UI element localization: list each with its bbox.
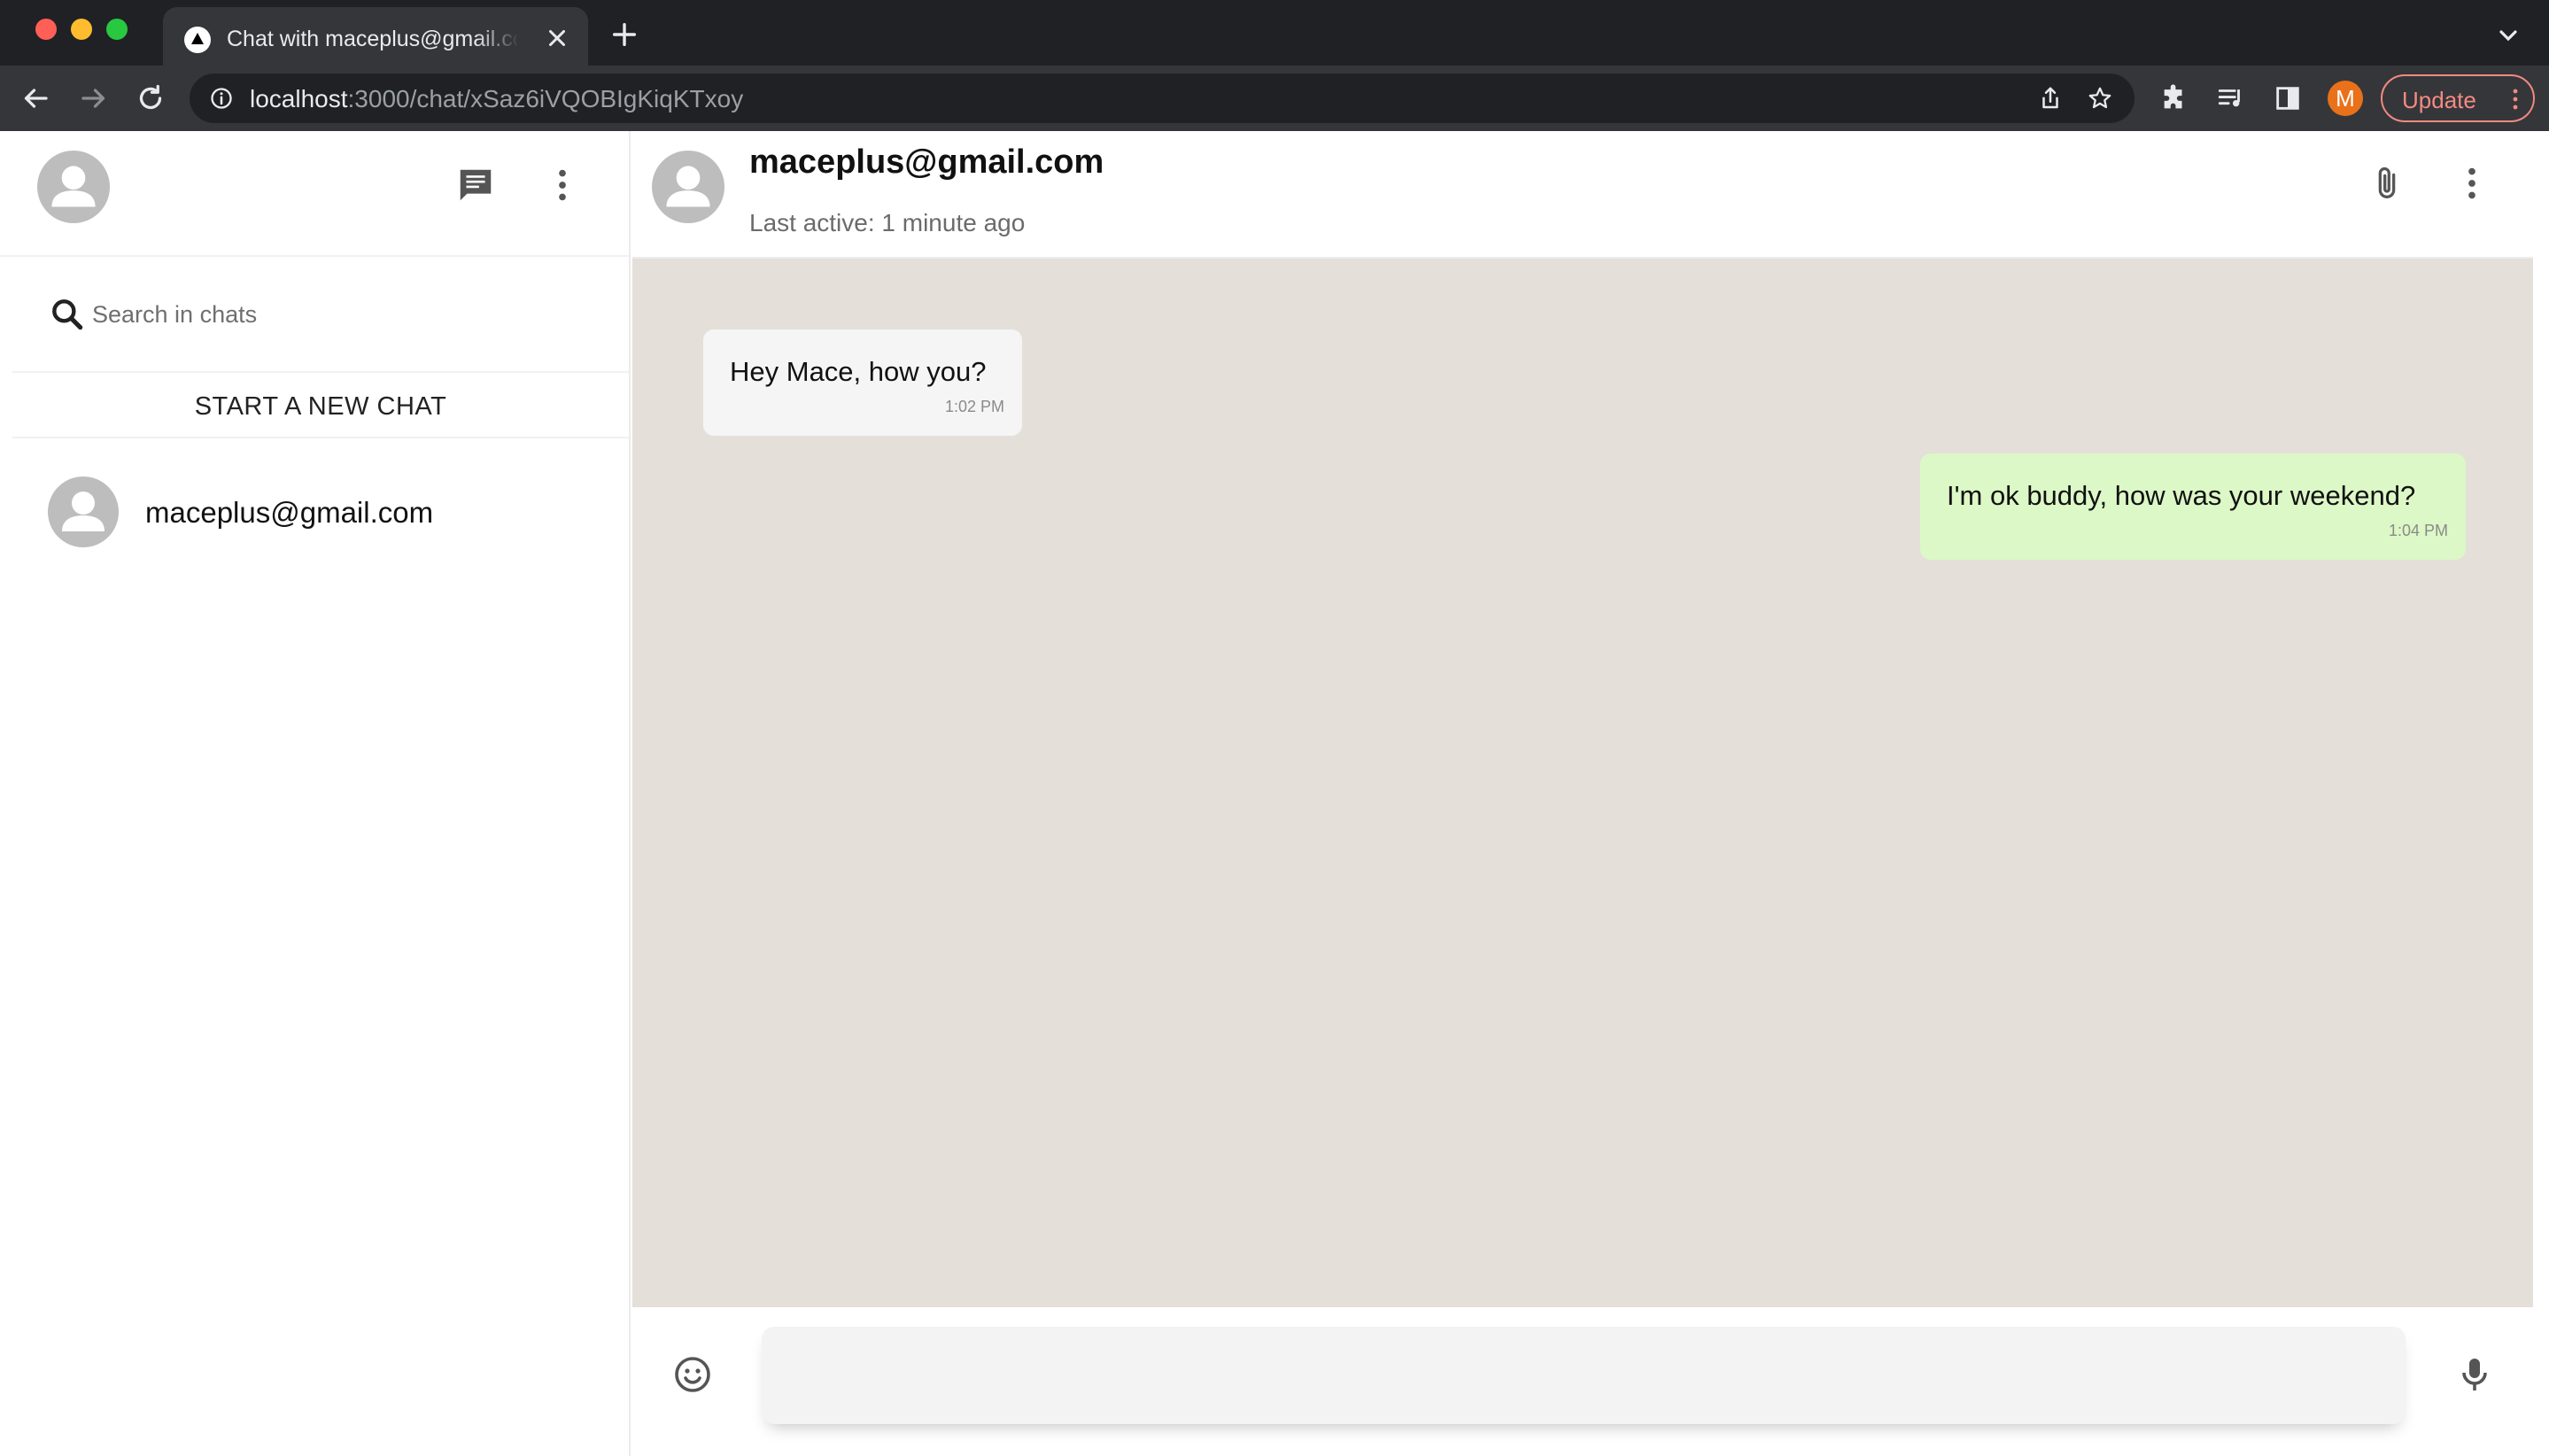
window-minimize-button[interactable]: [71, 19, 92, 40]
person-icon: [51, 166, 96, 207]
browser-titlebar: Chat with maceplus@gmail.com: [0, 0, 2549, 66]
more-vert-icon[interactable]: [2452, 163, 2492, 204]
url-host: localhost: [250, 85, 348, 112]
contact-name: maceplus@gmail.com: [749, 143, 1104, 181]
url-text[interactable]: localhost:3000/chat/xSaz6iVQOBIgKiqKTxoy: [250, 85, 743, 113]
sidebar-header: [0, 131, 629, 257]
tab-title: Chat with maceplus@gmail.com: [227, 27, 519, 51]
chat-icon[interactable]: [455, 165, 496, 205]
reload-icon[interactable]: [135, 82, 167, 114]
close-tab-icon[interactable]: [544, 25, 570, 51]
profile-avatar-button[interactable]: M: [2328, 81, 2363, 116]
chat-list-item[interactable]: maceplus@gmail.com: [12, 468, 629, 565]
window-maximize-button[interactable]: [106, 19, 128, 40]
emoji-icon[interactable]: [671, 1353, 714, 1396]
message-sent: I'm ok buddy, how was your weekend? 1:04…: [1920, 453, 2466, 560]
attach-icon[interactable]: [2367, 163, 2407, 204]
chat-header: maceplus@gmail.com Last active: 1 minute…: [632, 131, 2533, 259]
forward-arrow-icon[interactable]: [78, 82, 110, 114]
message-received: Hey Mace, how you? 1:02 PM: [703, 329, 1022, 436]
person-icon: [666, 166, 710, 207]
browser-menu-dots-icon: [2513, 89, 2518, 110]
contact-avatar[interactable]: [652, 151, 724, 223]
message-timestamp: 1:04 PM: [2388, 522, 2448, 539]
back-arrow-icon[interactable]: [19, 82, 51, 114]
extensions-puzzle-icon[interactable]: [2159, 83, 2189, 113]
side-panel-icon[interactable]: [2273, 83, 2303, 113]
last-active-status: Last active: 1 minute ago: [749, 209, 1026, 236]
person-icon: [62, 492, 105, 531]
contact-avatar: [48, 476, 119, 547]
chat-list-item-name: maceplus@gmail.com: [145, 496, 434, 529]
window-close-button[interactable]: [35, 19, 57, 40]
right-gutter: [2533, 131, 2549, 1456]
chat-sidebar: START A NEW CHAT maceplus@gmail.com: [0, 131, 631, 1456]
share-icon[interactable]: [2037, 85, 2064, 112]
user-avatar[interactable]: [37, 151, 110, 223]
message-text: I'm ok buddy, how was your weekend?: [1947, 480, 2416, 511]
site-info-icon[interactable]: [209, 86, 234, 111]
browser-toolbar: localhost:3000/chat/xSaz6iVQOBIgKiqKTxoy: [0, 66, 2549, 131]
update-label: Update: [2402, 87, 2476, 113]
message-input[interactable]: [762, 1327, 2406, 1424]
url-path: :3000/chat/xSaz6iVQOBIgKiqKTxoy: [347, 85, 744, 112]
message-text: Hey Mace, how you?: [730, 356, 987, 387]
bookmark-star-icon[interactable]: [2087, 85, 2113, 112]
address-bar[interactable]: localhost:3000/chat/xSaz6iVQOBIgKiqKTxoy: [190, 74, 2134, 123]
more-vert-icon[interactable]: [542, 165, 583, 205]
message-composer: [632, 1307, 2533, 1456]
search-input[interactable]: [92, 293, 588, 336]
search-icon: [52, 299, 83, 330]
update-button[interactable]: Update: [2381, 74, 2535, 122]
browser-tab-active[interactable]: Chat with maceplus@gmail.com: [163, 7, 588, 66]
message-timestamp: 1:02 PM: [944, 398, 1004, 415]
message-list: Hey Mace, how you? 1:02 PM I'm ok buddy,…: [632, 259, 2533, 1307]
start-new-chat-button[interactable]: START A NEW CHAT: [12, 375, 629, 438]
mic-icon[interactable]: [2453, 1353, 2496, 1396]
chat-search: [12, 258, 629, 373]
media-queue-icon[interactable]: [2216, 83, 2246, 113]
favicon-icon: [184, 27, 211, 53]
new-tab-icon[interactable]: [609, 19, 639, 50]
tab-search-chevron-icon[interactable]: [2494, 21, 2522, 50]
